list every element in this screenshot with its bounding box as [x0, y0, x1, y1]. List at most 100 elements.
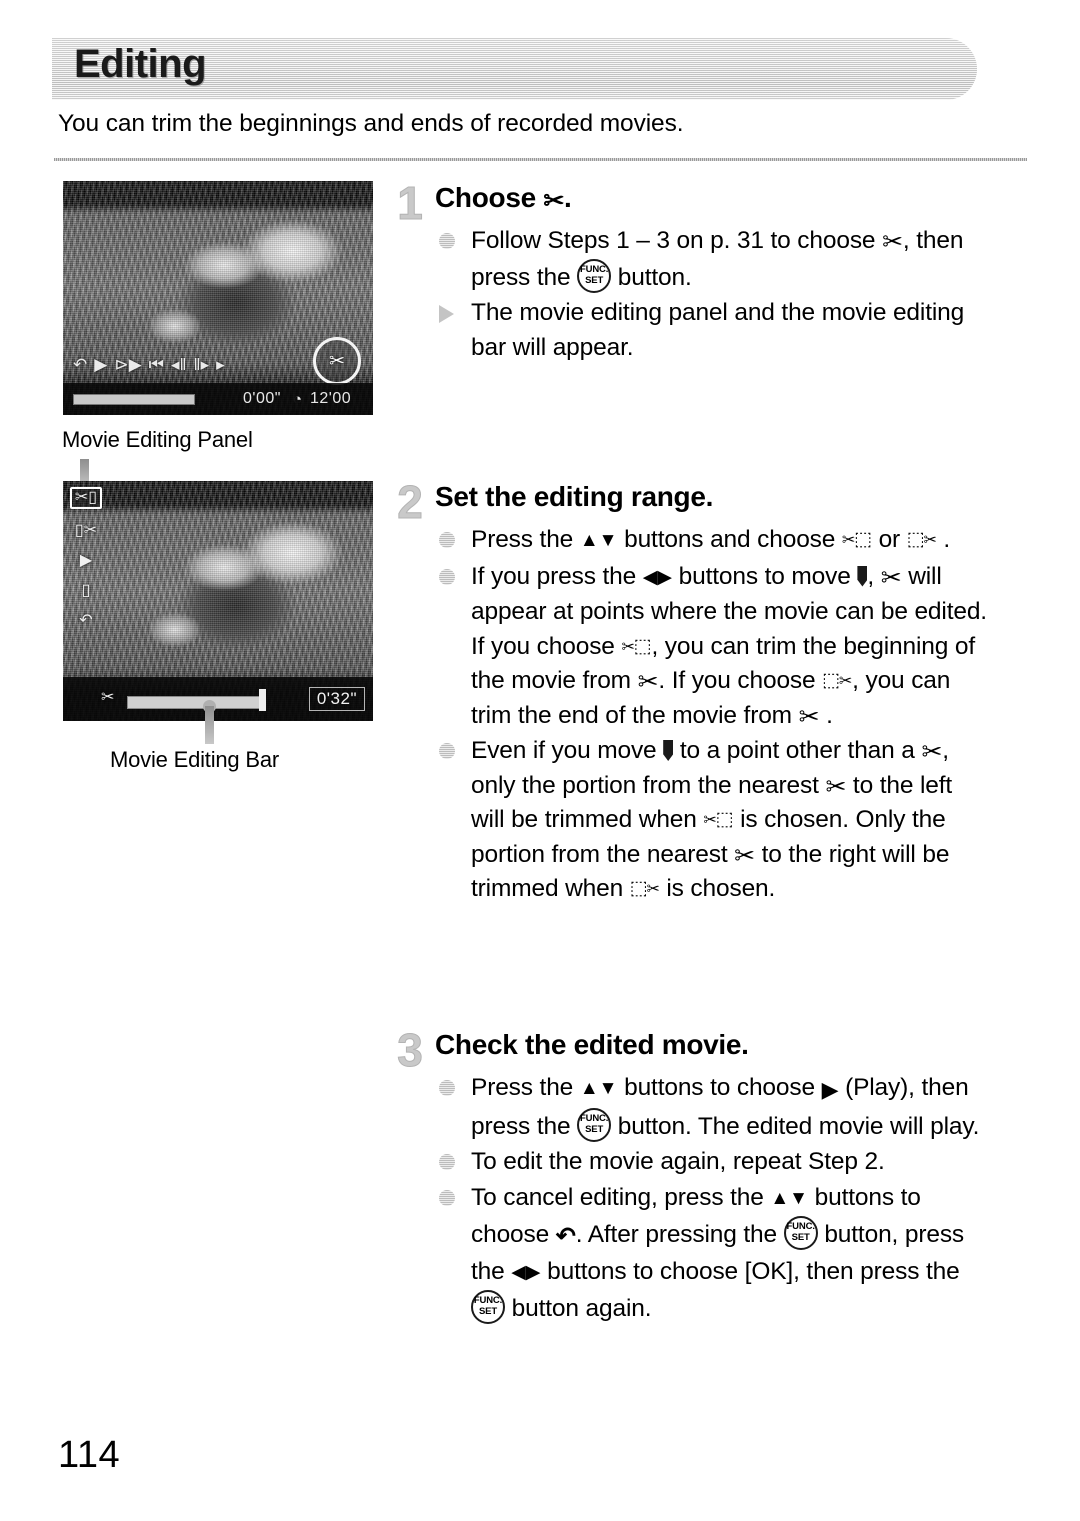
page-number: 114	[58, 1434, 121, 1476]
bullet-item: If you press the ◀▶ buttons to move , ✂ …	[435, 560, 987, 734]
step-2-heading: Set the editing range.	[435, 481, 714, 512]
bullet-item: To edit the movie again, repeat Step 2.	[435, 1145, 987, 1180]
step-3-heading: Check the edited movie.	[435, 1029, 749, 1060]
trim-beginning-icon: ✂ ⬚	[703, 806, 733, 832]
step-1-number: 1	[387, 180, 433, 227]
step-2-bullets: Press the ▲▼ buttons and choose ✂ ⬚ or ✂ ⬚…	[435, 523, 987, 908]
step-1-heading: Choose ✂.	[435, 182, 572, 215]
up-down-buttons-icon: ▲▼	[579, 530, 618, 551]
return-icon: ↶	[79, 612, 93, 629]
func-set-button-icon: FUNC. SET	[577, 1107, 612, 1142]
film-frame-icon: ⬚	[822, 670, 840, 691]
bullet-dot-icon	[439, 1189, 455, 1206]
func-set-button-icon: FUNC. SET	[577, 258, 612, 293]
editing-time: 0'32"	[308, 687, 365, 711]
bullet-item: Even if you move to a point other than a…	[435, 734, 987, 907]
last-frame-icon: ▸	[216, 354, 225, 374]
caption-movie-editing-panel: Movie Editing Panel	[62, 427, 253, 452]
playback-time-bar: 0'00" ◔ 12'00	[63, 383, 373, 415]
func-label: FUNC.	[473, 1295, 503, 1306]
bullet-dot-icon	[439, 743, 455, 759]
first-frame-icon: ⏮	[148, 354, 164, 374]
bullet-dot-icon	[439, 233, 455, 249]
bullet-text: buttons and choose	[617, 526, 842, 553]
func-set-button-icon: FUNC. SET	[471, 1290, 505, 1324]
bullet-text: .	[936, 526, 951, 553]
bullet-text: Press the	[471, 526, 580, 553]
bullet-text: . If you choose	[658, 667, 823, 694]
position-marker-icon	[857, 565, 868, 587]
bullet-dot-icon	[439, 532, 455, 548]
film-frame-icon: ⬚	[854, 529, 872, 550]
bullet-text: The movie editing panel and the movie ed…	[471, 299, 965, 361]
bullet-text: To cancel editing, press the	[471, 1183, 771, 1211]
bullet-text: .	[819, 701, 833, 729]
step-2-number: 2	[387, 479, 433, 526]
step-1-heading-text: Choose	[435, 182, 536, 213]
slow-motion-icon: ⊳▶	[114, 354, 142, 374]
movie-editing-panel-vertical: ✂▯ ▯✂ ▶ ▯ ↶	[68, 487, 104, 629]
func-set-button-icon: FUNC. SET	[783, 1216, 818, 1250]
bullet-text: Follow Steps 1 – 3 on p. 31 to choose	[471, 227, 883, 254]
func-label: FUNC.	[579, 1112, 609, 1124]
play-icon: ▶	[94, 354, 108, 374]
bullet-item: Follow Steps 1 – 3 on p. 31 to choose ✂,…	[435, 224, 987, 295]
trim-end-icon: ▯✂	[74, 522, 98, 539]
bullet-text: button again.	[505, 1295, 652, 1322]
bullet-text: buttons to choose	[617, 1074, 822, 1101]
trim-end-icon: ✂ ⬚	[630, 875, 660, 901]
trim-beginning-icon: ✂ ⬚	[621, 633, 651, 659]
bullet-dot-icon	[439, 568, 455, 585]
scissors-icon-selected: ✂	[313, 337, 361, 385]
total-time: 12'00	[310, 390, 352, 407]
play-icon: ▶	[79, 552, 93, 569]
func-label: FUNC.	[786, 1221, 815, 1232]
set-label: SET	[585, 1123, 604, 1135]
film-frame-icon: ⬚	[633, 635, 652, 657]
film-frame-icon: ⬚	[629, 878, 648, 899]
step-1-heading-suffix: .	[564, 182, 572, 213]
scissors-icon: ✂	[101, 689, 115, 706]
bullet-text: To edit the movie again, repeat Step 2.	[471, 1148, 885, 1175]
left-right-buttons-icon: ◀▶	[511, 1261, 541, 1283]
trim-end-icon: ✂ ⬚	[822, 667, 852, 693]
film-frame-icon: ⬚	[906, 529, 925, 550]
scissors-icon: ✂	[838, 673, 853, 690]
trim-beginning-icon-selected: ✂▯	[69, 487, 103, 509]
scissors-icon: ✂	[923, 532, 937, 549]
bullet-text: Press the	[471, 1074, 580, 1101]
progress-track	[73, 393, 195, 405]
bullet-item: Press the ▲▼ buttons to choose ▶ (Play),…	[435, 1071, 987, 1144]
bullet-text: is chosen.	[659, 875, 776, 902]
bullet-text: button. The edited movie will play.	[611, 1112, 980, 1140]
bullet-text: buttons to move	[672, 562, 858, 590]
bullet-text: or	[871, 526, 907, 553]
step-1-bullets: Follow Steps 1 – 3 on p. 31 to choose ✂,…	[435, 224, 987, 366]
bullet-dot-icon	[439, 1154, 455, 1170]
editing-bar-track	[127, 696, 265, 709]
horizontal-divider	[54, 158, 1027, 161]
bullet-text: button.	[611, 263, 692, 291]
save-icon: ▯	[81, 582, 91, 599]
result-arrow-icon	[439, 305, 454, 323]
movie-editing-bar-screenshot: ✂▯ ▯✂ ▶ ▯ ↶ ✂ 0'32"	[63, 481, 373, 721]
up-down-buttons-icon: ▲▼	[579, 1078, 618, 1099]
movie-editing-panel-screenshot: ↶ ▶ ⊳▶ ⏮ ◂‖ ‖▸ ▸ ✂ 0'00" ◔ 12'00	[63, 181, 373, 415]
caption-movie-editing-bar: Movie Editing Bar	[110, 747, 280, 772]
scissors-icon: ✂	[646, 881, 660, 898]
bullet-item: Press the ▲▼ buttons and choose ✂ ⬚ or ✂ ⬚…	[435, 523, 987, 559]
bullet-text: ,	[867, 562, 881, 590]
bullet-text: If you press the	[471, 562, 643, 590]
previous-frame-icon: ◂‖	[170, 354, 187, 374]
bullet-item: The movie editing panel and the movie ed…	[435, 296, 987, 365]
position-marker-icon	[663, 740, 674, 761]
bullet-dot-icon	[439, 1080, 455, 1096]
up-down-buttons-icon: ▲▼	[770, 1187, 808, 1209]
next-frame-icon: ‖▸	[193, 354, 210, 374]
section-banner: Editing	[52, 38, 977, 100]
set-label: SET	[585, 274, 604, 286]
set-label: SET	[478, 1306, 498, 1317]
intro-text: You can trim the beginnings and ends of …	[58, 110, 684, 137]
func-label: FUNC.	[579, 263, 609, 275]
step-3-bullets: Press the ▲▼ buttons to choose ▶ (Play),…	[435, 1071, 987, 1328]
